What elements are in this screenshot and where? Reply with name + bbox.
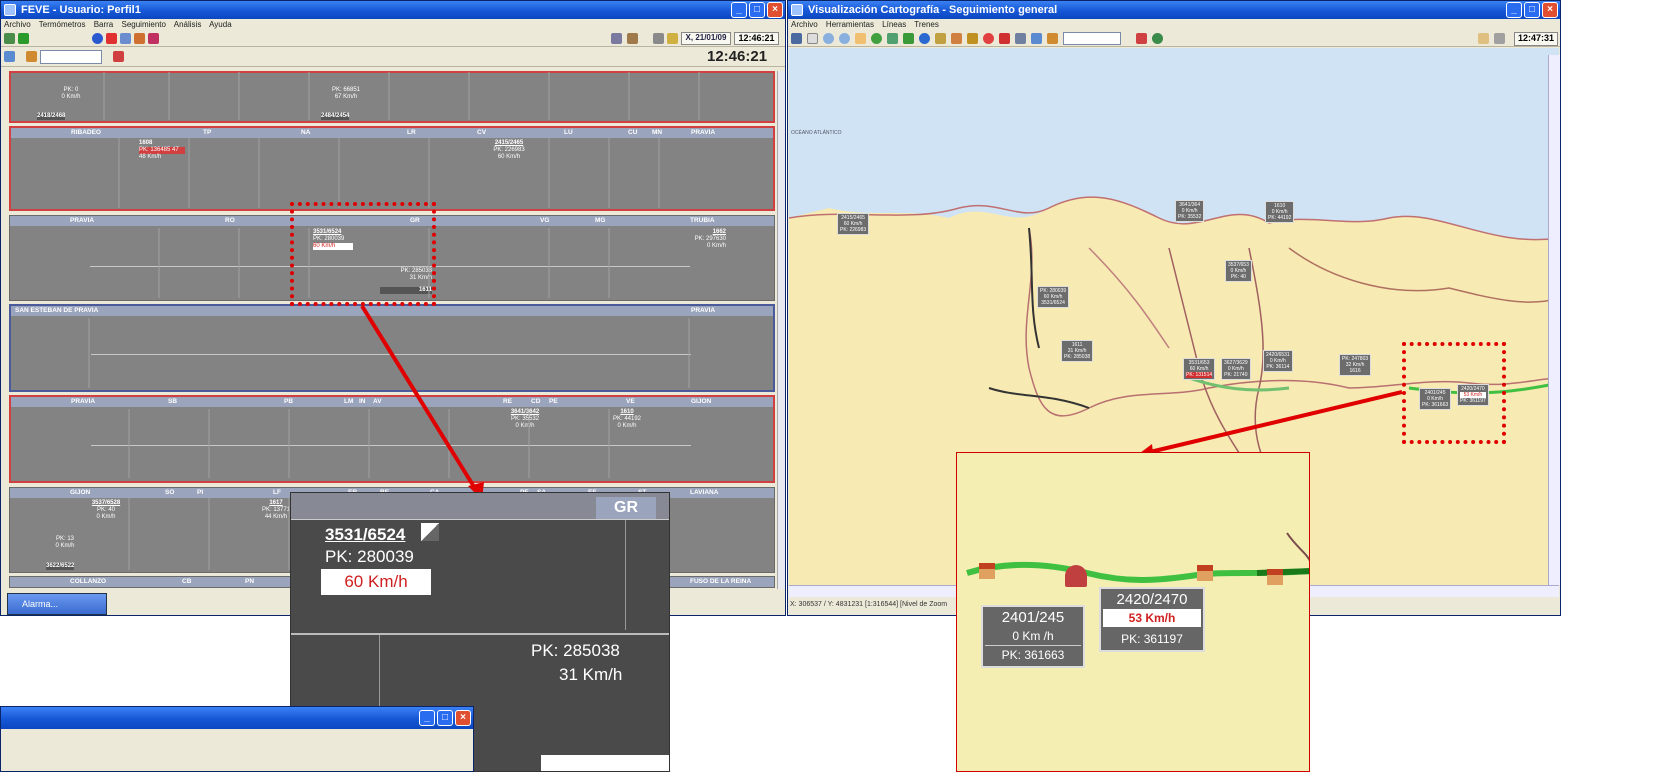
zoom-pk: PK: 280039 [325, 547, 414, 566]
zoom-map-label-a[interactable]: 2401/245 0 Km /h PK: 361663 [981, 605, 1085, 668]
zoom-panel-right: 2401/245 0 Km /h PK: 361663 2420/2470 53… [956, 452, 1310, 772]
house-icon [979, 563, 995, 579]
bottom-window[interactable]: _ □ × [0, 706, 474, 772]
minimize-icon[interactable]: _ [419, 710, 435, 726]
maximize-icon[interactable]: □ [437, 710, 453, 726]
corner-icon [421, 523, 439, 541]
zoom-map-label-b[interactable]: 2420/2470 53 Km/h PK: 361197 [1099, 587, 1205, 652]
house-icon [1197, 565, 1213, 581]
callout-arrows [360, 304, 1403, 500]
close-icon[interactable]: × [455, 710, 471, 726]
zoom-speed2: 31 Km/h [559, 665, 623, 684]
zoom-speed: 60 Km/h [321, 569, 431, 595]
bottom-titlebar[interactable]: _ □ × [1, 707, 473, 729]
zoom-train-id: 3531/6524 [325, 525, 406, 544]
signal-icon [1065, 565, 1087, 587]
zoom-pk2: PK: 285038 [531, 641, 620, 660]
house-icon [1267, 569, 1283, 585]
zoom-station-label: GR [596, 497, 656, 519]
